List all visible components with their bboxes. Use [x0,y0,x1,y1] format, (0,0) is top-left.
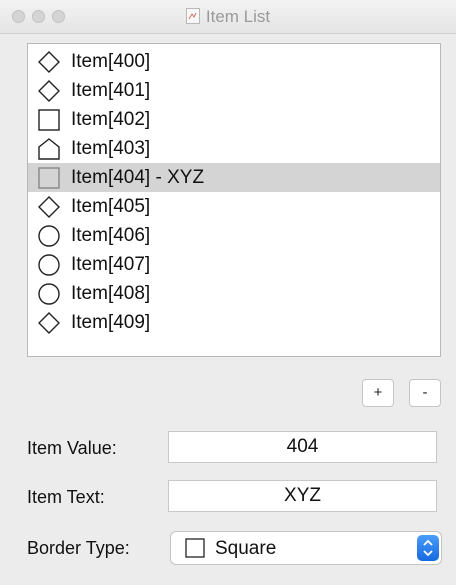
list-item-label: Item[408] [71,282,151,304]
border-type-value: Square [215,538,277,559]
list-item-label: Item[405] [71,195,151,217]
item-list[interactable]: Item[400] Item[401] Item[402] Item[403] … [27,43,441,357]
window-title: Item List [205,7,271,26]
list-item-label: Item[407] [71,253,151,275]
diamond-icon [38,79,60,102]
pentagon-icon [38,137,60,160]
window-title-wrap: Item List [0,7,456,27]
item-text-label: Item Text: [27,487,105,507]
list-item[interactable]: Item[406] [28,221,440,250]
circle-icon [38,224,60,247]
square-icon [38,108,60,131]
select-stepper[interactable] [417,535,439,561]
circle-icon [38,282,60,305]
item-text-field[interactable] [168,480,437,512]
list-item[interactable]: Item[408] [28,279,440,308]
border-type-select[interactable]: Square [170,531,442,565]
list-item-label: Item[404] - XYZ [71,166,205,188]
square-icon [185,538,205,558]
list-item-label: Item[400] [71,50,151,72]
list-item-selected[interactable]: Item[404] - XYZ [28,163,440,192]
list-item[interactable]: Item[401] [28,76,440,105]
circle-icon [38,253,60,276]
list-item-label: Item[402] [71,108,151,130]
list-item[interactable]: Item[405] [28,192,440,221]
title-bar: Item List [0,0,456,34]
square-icon [38,166,60,189]
list-item[interactable]: Item[403] [28,134,440,163]
document-icon [185,8,200,24]
item-value-field[interactable] [168,431,437,463]
remove-item-button[interactable]: - [409,379,441,407]
list-item[interactable]: Item[402] [28,105,440,134]
chevron-up-down-icon [423,539,433,557]
diamond-icon [38,50,60,73]
list-item[interactable]: Item[409] [28,308,440,337]
diamond-icon [38,311,60,334]
list-item[interactable]: Item[407] [28,250,440,279]
list-item-label: Item[401] [71,79,151,101]
diamond-icon [38,195,60,218]
add-item-button[interactable]: + [362,379,394,407]
list-item-label: Item[406] [71,224,151,246]
list-item-label: Item[409] [71,311,151,333]
list-item-label: Item[403] [71,137,151,159]
list-item[interactable]: Item[400] [28,47,440,76]
item-value-label: Item Value: [27,438,117,458]
border-type-label: Border Type: [27,538,130,558]
